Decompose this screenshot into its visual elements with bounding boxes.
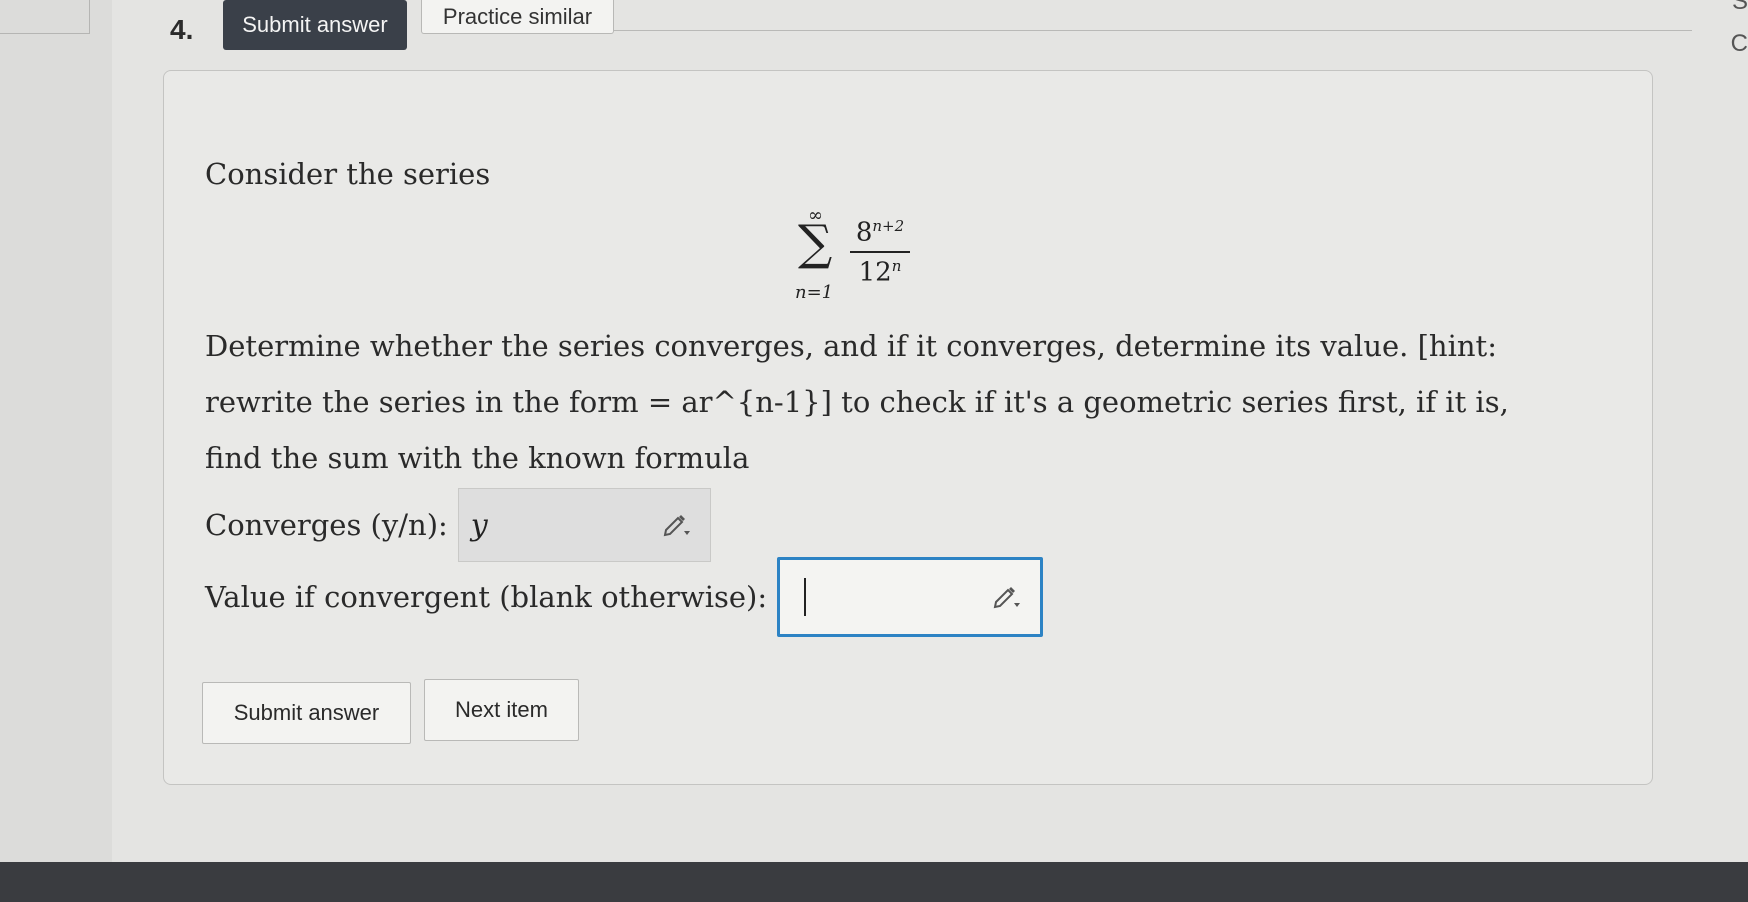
- fraction-bar: [850, 251, 910, 253]
- edge-text-top: S: [1731, 0, 1748, 15]
- text-caret: [804, 578, 807, 616]
- question-intro: Consider the series: [205, 157, 491, 191]
- previous-question-frame: [0, 0, 90, 34]
- series-term: 8n+2 12n: [850, 217, 910, 288]
- bottom-bar: [0, 862, 1748, 902]
- denominator: 12n: [858, 257, 902, 288]
- submit-answer-button[interactable]: Submit answer: [202, 682, 411, 744]
- numerator: 8n+2: [855, 217, 905, 248]
- top-divider: [612, 30, 1692, 31]
- left-margin: [0, 0, 112, 862]
- edge-text-right: C: [1730, 30, 1748, 57]
- value-label: Value if convergent (blank otherwise):: [205, 580, 768, 614]
- converges-input[interactable]: y: [457, 488, 711, 562]
- practice-similar-button[interactable]: Practice similar: [421, 0, 614, 34]
- submit-answer-top-button[interactable]: Submit answer: [223, 0, 407, 50]
- converges-label: Converges (y/n):: [205, 508, 448, 542]
- series-formula: ∞ ∑ n=1 8n+2 12n: [790, 205, 930, 310]
- value-input[interactable]: [777, 557, 1044, 637]
- pencil-icon[interactable]: [662, 512, 692, 538]
- question-number: 4.: [170, 14, 194, 45]
- question-prompt: Determine whether the series converges, …: [205, 329, 1509, 475]
- pencil-icon[interactable]: [992, 584, 1022, 610]
- value-row: Value if convergent (blank otherwise):: [205, 555, 1044, 639]
- converges-input-value: y: [470, 507, 488, 543]
- converges-row: Converges (y/n): y: [205, 488, 711, 562]
- sum-lower-limit: n=1: [795, 282, 834, 303]
- sigma-symbol: ∑: [798, 215, 833, 271]
- next-item-button[interactable]: Next item: [424, 679, 579, 741]
